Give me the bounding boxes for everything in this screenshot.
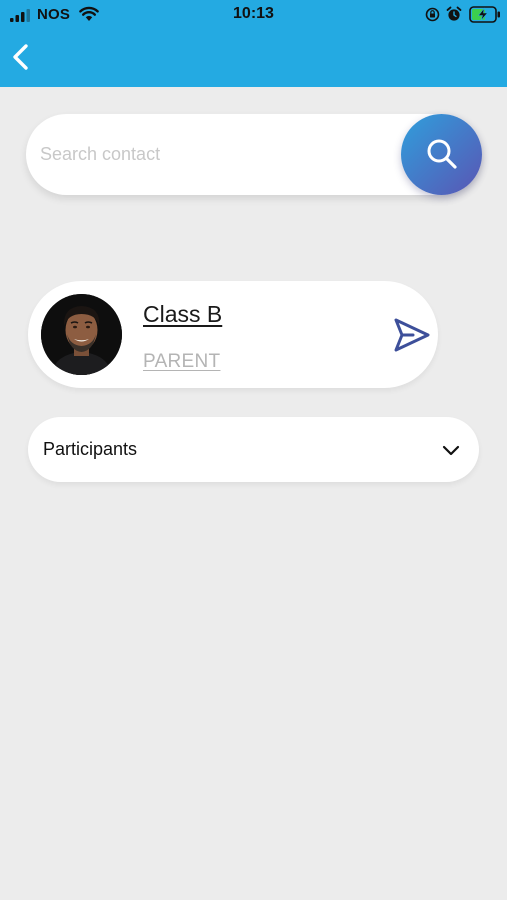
- alarm-icon: [446, 6, 462, 21]
- search-icon: [427, 139, 457, 169]
- contact-card[interactable]: Class B PARENT: [28, 281, 438, 388]
- send-icon[interactable]: [393, 317, 431, 353]
- search-button[interactable]: [401, 114, 482, 195]
- app-header: NOS 10:13: [0, 0, 507, 87]
- search-input[interactable]: [40, 114, 400, 195]
- avatar: [41, 294, 122, 375]
- participants-label: Participants: [43, 439, 138, 459]
- back-button[interactable]: [6, 40, 38, 74]
- chevron-down-icon[interactable]: [441, 441, 461, 459]
- contact-name[interactable]: Class B: [143, 301, 222, 328]
- search-bar: [26, 114, 482, 195]
- participants-dropdown[interactable]: Participants: [28, 417, 479, 482]
- rotation-lock-icon: [425, 7, 440, 22]
- status-bar: NOS 10:13: [0, 0, 507, 30]
- battery-charging-icon: [469, 6, 500, 23]
- contact-role: PARENT: [143, 351, 221, 372]
